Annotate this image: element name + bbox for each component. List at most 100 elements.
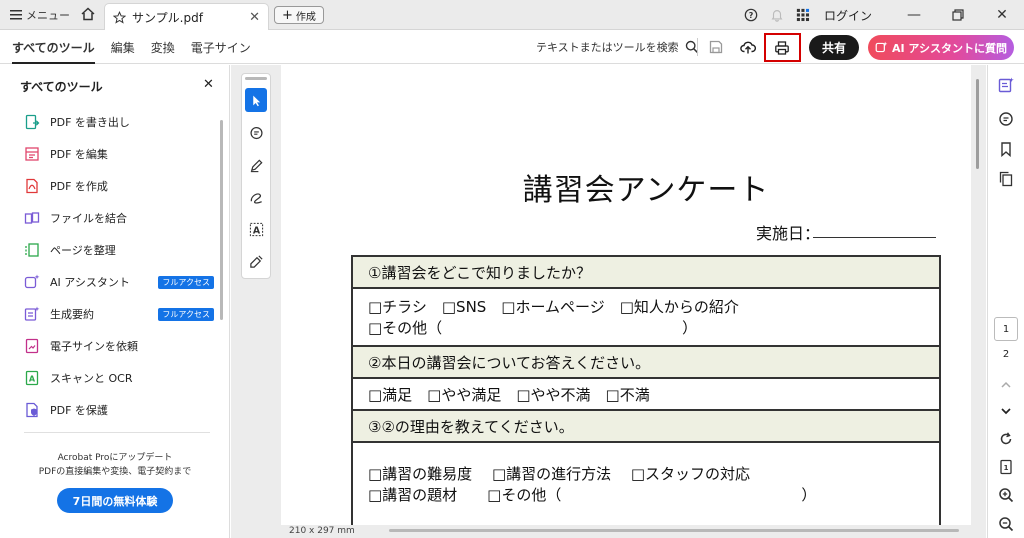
full-access-badge: フルアクセス — [158, 307, 214, 321]
question-3: ③②の理由を教えてください。 — [353, 411, 939, 443]
draw-tool[interactable] — [245, 185, 267, 209]
nav-esign[interactable]: 電子サイン — [191, 39, 251, 56]
main-toolbar: すべてのツール 編集 変換 電子サイン テキストまたはツールを検索 共有 AI … — [0, 30, 1024, 64]
answer-2: □満足 □やや満足 □やや不満 □不満 — [353, 379, 939, 411]
document-horizontal-scrollbar[interactable] — [389, 529, 959, 532]
edit-pdf-icon — [25, 147, 39, 161]
ai-sparkle-icon — [875, 41, 888, 53]
star-icon[interactable] — [113, 10, 126, 24]
document-vertical-scrollbar[interactable] — [976, 79, 979, 169]
sign-icon — [249, 254, 263, 268]
toolbar-divider — [697, 38, 698, 56]
free-trial-button[interactable]: 7日間の無料体験 — [57, 488, 173, 513]
document-tab[interactable]: サンプル.pdf ✕ — [104, 3, 269, 30]
scan-ocr-icon: A — [25, 370, 39, 386]
tool-label: 電子サインを依頼 — [50, 340, 138, 353]
close-panel-icon[interactable]: ✕ — [203, 77, 214, 92]
survey-table: ①講習会をどこで知りましたか？ □チラシ □SNS □ホームページ □知人からの… — [351, 255, 941, 527]
tool-label: ページを整理 — [50, 244, 116, 257]
bell-icon[interactable] — [769, 7, 785, 23]
close-window-icon[interactable]: ✕ — [980, 0, 1024, 30]
fill-sign-tool[interactable] — [245, 249, 267, 273]
zoom-in-icon[interactable] — [998, 487, 1014, 503]
ai-assistant-label: AI アシスタントに質問 — [892, 41, 1007, 55]
ai-assistant-icon — [24, 274, 40, 289]
answer-3: □講習の難易度 □講習の進行方法 □スタッフの対応 □講習の題材 □その他（ ） — [353, 443, 939, 525]
freehand-icon — [250, 192, 262, 204]
text-recognize-tool[interactable]: A — [245, 217, 267, 241]
promo-subtext: PDFの直接編集や変換、電子契約まで — [38, 467, 192, 477]
print-icon[interactable] — [774, 40, 790, 56]
svg-text:?: ? — [749, 11, 754, 20]
nav-convert[interactable]: 変換 — [151, 39, 175, 56]
tool-item[interactable]: PDF を編集 — [24, 145, 214, 163]
close-tab-icon[interactable]: ✕ — [249, 10, 260, 25]
combine-files-icon — [24, 212, 40, 224]
nav-all-tools[interactable]: すべてのツール — [12, 39, 95, 64]
save-icon[interactable] — [708, 39, 724, 55]
tool-label: PDF を保護 — [50, 404, 108, 417]
select-tool[interactable] — [245, 88, 267, 112]
request-esign-icon — [25, 338, 39, 354]
comment-tool[interactable] — [245, 121, 267, 145]
tool-item[interactable]: 生成要約 フルアクセス — [24, 305, 214, 323]
organize-pages-icon — [25, 243, 39, 257]
tab-title: サンプル.pdf — [132, 10, 203, 25]
comment-icon — [249, 126, 263, 139]
tool-item[interactable]: A スキャンと OCR — [24, 369, 214, 387]
nav-edit[interactable]: 編集 — [111, 39, 135, 56]
rotate-icon[interactable] — [998, 431, 1014, 447]
menu-label: メニュー — [26, 9, 70, 22]
document-viewer: A 講習会アンケート 実施日： ①講習会をどこで知りましたか？ □チラシ □SN… — [231, 65, 986, 538]
page-thumbnails-icon[interactable] — [998, 171, 1014, 187]
tool-item[interactable]: ページを整理 — [24, 241, 214, 259]
generative-summary-icon[interactable] — [998, 77, 1014, 93]
panel-divider — [24, 432, 210, 433]
tool-item[interactable]: 電子サインを依頼 — [24, 337, 214, 355]
status-bar: 210 x 297 mm — [281, 525, 986, 538]
date-label: 実施日： — [756, 224, 821, 243]
restore-icon[interactable] — [936, 0, 980, 30]
text-select-icon: A — [249, 222, 263, 236]
apps-icon[interactable] — [795, 7, 811, 23]
pen-icon — [250, 158, 263, 172]
panel-scrollbar[interactable] — [220, 120, 223, 320]
tool-item[interactable]: AI アシスタント フルアクセス — [24, 273, 214, 291]
help-icon[interactable]: ? — [743, 7, 759, 23]
cloud-upload-icon[interactable] — [740, 39, 756, 55]
tool-search[interactable]: テキストまたはツールを検索 — [536, 39, 699, 55]
minimize-icon[interactable]: — — [892, 0, 936, 30]
answer-1-line-2: □その他（ ） — [368, 319, 698, 337]
menu-button[interactable]: メニュー — [10, 7, 70, 23]
home-icon[interactable] — [80, 6, 96, 22]
ai-assistant-button[interactable]: AI アシスタントに質問 — [868, 35, 1014, 60]
share-button[interactable]: 共有 — [809, 35, 859, 60]
svg-text:A: A — [29, 375, 36, 384]
fit-page-icon[interactable]: 1 — [998, 459, 1014, 475]
tool-label: PDF を作成 — [50, 180, 108, 193]
tool-item[interactable]: PDF を保護 — [24, 401, 214, 419]
right-rail: 1 2 1 — [987, 65, 1024, 538]
tool-item[interactable]: PDF を書き出し — [24, 113, 214, 131]
chevron-up-icon[interactable] — [998, 377, 1014, 393]
create-button[interactable]: + 作成 — [274, 6, 324, 24]
toolbar-grip[interactable] — [245, 77, 267, 80]
zoom-out-icon[interactable] — [998, 516, 1014, 532]
chevron-down-icon[interactable] — [998, 403, 1014, 419]
top-nav: すべてのツール 編集 変換 電子サイン — [12, 30, 251, 64]
tool-item[interactable]: PDF を作成 — [24, 177, 214, 195]
tool-item[interactable]: ファイルを結合 — [24, 209, 214, 227]
page-number-next[interactable]: 2 — [994, 349, 1018, 360]
quick-tools-bar: A — [241, 73, 271, 279]
highlight-tool[interactable] — [245, 153, 267, 177]
create-label: 作成 — [295, 11, 316, 23]
bookmark-icon[interactable] — [998, 141, 1014, 157]
login-link[interactable]: ログイン — [824, 7, 872, 24]
full-access-badge: フルアクセス — [158, 275, 214, 289]
svg-text:1: 1 — [1004, 464, 1009, 472]
comments-panel-icon[interactable] — [998, 111, 1014, 127]
question-2: ②本日の講習会についてお答えください。 — [353, 347, 939, 379]
pdf-page: 講習会アンケート 実施日： ①講習会をどこで知りましたか？ □チラシ □SNS … — [281, 65, 971, 527]
tool-label: PDF を編集 — [50, 148, 108, 161]
page-number-current[interactable]: 1 — [994, 317, 1018, 341]
